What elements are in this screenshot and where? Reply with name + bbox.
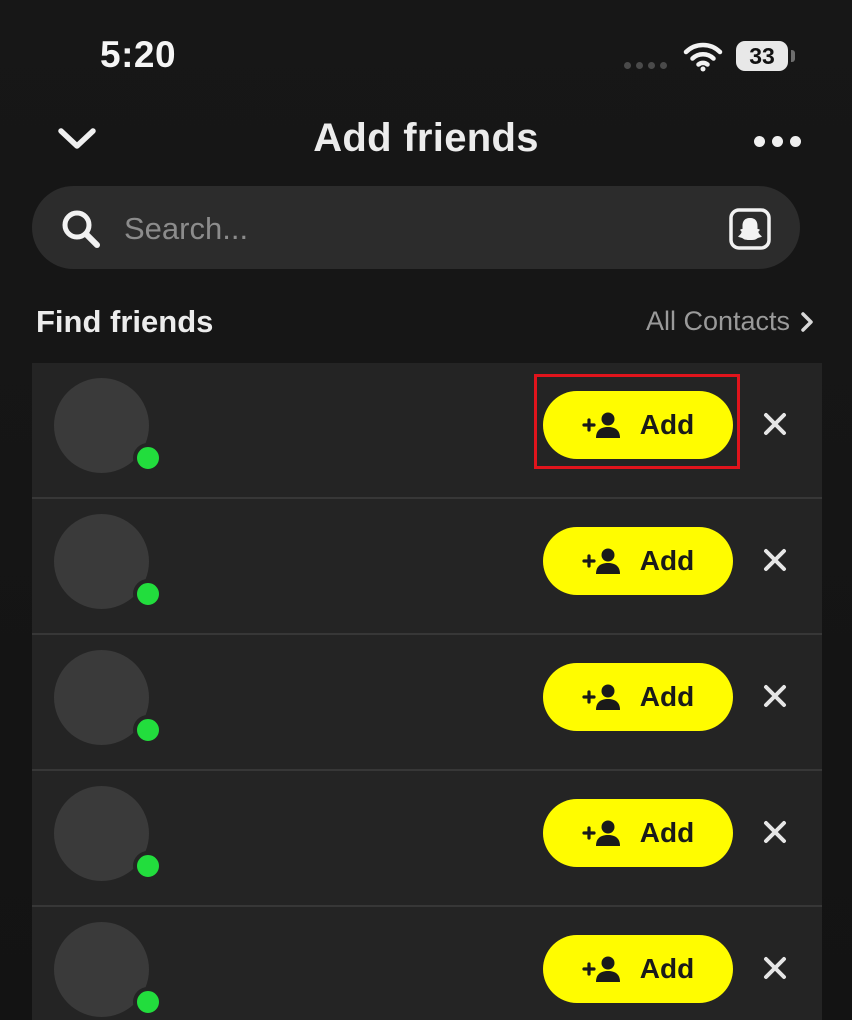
search-input[interactable]: [122, 202, 706, 256]
online-status-indicator: [133, 443, 163, 473]
cellular-signal-icon: [624, 62, 667, 69]
all-contacts-link[interactable]: All Contacts: [646, 306, 814, 337]
add-friend-icon: [582, 684, 620, 710]
add-friend-button[interactable]: Add: [543, 527, 733, 595]
add-friend-button[interactable]: Add: [543, 935, 733, 1003]
friend-row: Add: [32, 499, 822, 635]
search-bar[interactable]: [32, 186, 800, 269]
more-options-icon[interactable]: [754, 131, 802, 151]
section-title: Find friends: [36, 304, 214, 339]
add-button-label: Add: [639, 817, 695, 848]
add-friend-icon: [582, 820, 620, 846]
online-status-indicator: [133, 715, 163, 745]
add-button-label: Add: [639, 953, 695, 984]
online-status-indicator: [133, 579, 163, 609]
friend-row: Add: [32, 635, 822, 771]
add-friend-button[interactable]: Add: [543, 799, 733, 867]
add-friend-icon: [582, 956, 620, 982]
friend-row: Add: [32, 363, 822, 499]
add-friend-icon: [582, 548, 620, 574]
snapcode-scan-icon[interactable]: [728, 207, 772, 251]
status-time: 5:20: [100, 34, 177, 75]
all-contacts-label: All Contacts: [645, 306, 790, 336]
add-friend-icon: [582, 412, 620, 438]
close-icon[interactable]: [762, 819, 788, 845]
battery-indicator: 33: [736, 41, 788, 71]
close-icon[interactable]: [762, 411, 788, 437]
friend-row: Add: [32, 907, 822, 1020]
search-icon: [62, 210, 100, 248]
friend-suggestion-list: Add Add Add Add Add: [32, 363, 822, 1020]
add-button-label: Add: [639, 409, 695, 440]
online-status-indicator: [133, 987, 163, 1017]
add-button-label: Add: [639, 545, 695, 576]
add-friends-screen: 5:20 33 Add friends Find friends All Con…: [0, 0, 852, 1020]
friend-row: Add: [32, 771, 822, 907]
battery-level: 33: [749, 42, 775, 69]
add-friend-button[interactable]: Add: [543, 391, 733, 459]
add-friend-button[interactable]: Add: [543, 663, 733, 731]
online-status-indicator: [133, 851, 163, 881]
page-title: Add friends: [313, 116, 539, 160]
wifi-icon: [683, 42, 723, 72]
chevron-right-icon: [801, 311, 813, 332]
close-icon[interactable]: [762, 955, 788, 981]
add-button-label: Add: [639, 681, 695, 712]
close-icon[interactable]: [762, 683, 788, 709]
close-icon[interactable]: [762, 547, 788, 573]
battery-tip: [791, 50, 795, 62]
